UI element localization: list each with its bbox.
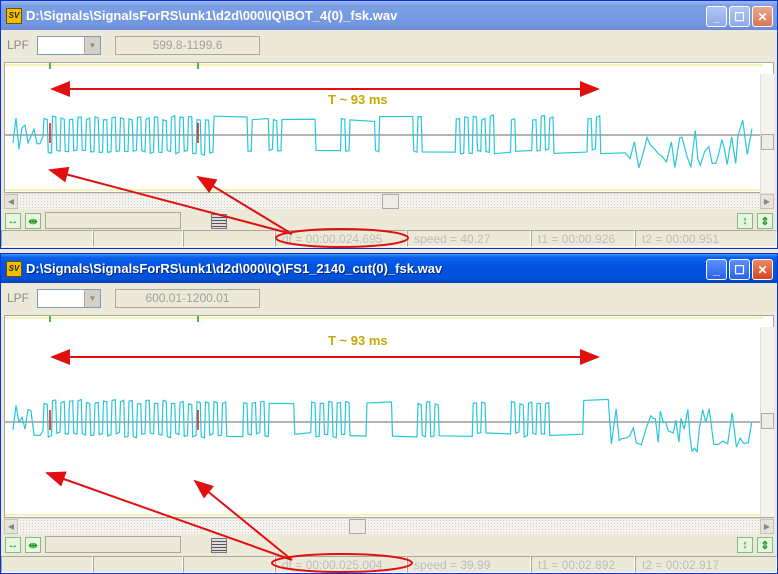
close-icon: ✕ bbox=[757, 262, 768, 277]
horizontal-scroll-thumb[interactable] bbox=[349, 519, 366, 534]
lpf-label: LPF bbox=[7, 38, 30, 52]
signal-trace bbox=[12, 114, 753, 168]
chevron-down-icon[interactable]: ▼ bbox=[84, 289, 100, 307]
waveform-plot[interactable] bbox=[4, 315, 774, 518]
status-cell-empty bbox=[93, 230, 183, 247]
vertical-scroll-thumb[interactable] bbox=[761, 134, 774, 150]
status-cell-empty bbox=[93, 556, 183, 573]
shrink-horizontal-icon[interactable]: ⇹ bbox=[25, 537, 41, 553]
lpf-label: LPF bbox=[7, 291, 30, 305]
window-title: D:\Signals\SignalsForRS\unk1\d2d\000\IQ\… bbox=[26, 261, 443, 276]
status-t1: t1 = 00:00.926 bbox=[531, 230, 635, 247]
title-bar[interactable]: SV D:\Signals\SignalsForRS\unk1\d2d\000\… bbox=[1, 1, 777, 30]
minimize-icon: _ bbox=[713, 9, 720, 24]
vertical-scrollbar[interactable] bbox=[760, 327, 774, 517]
status-cell-empty bbox=[183, 230, 275, 247]
minimize-button[interactable]: _ bbox=[706, 259, 727, 280]
control-field bbox=[45, 212, 181, 229]
lpf-dropdown[interactable]: ▼ bbox=[37, 35, 101, 55]
shrink-horizontal-icon[interactable]: ⇹ bbox=[25, 213, 41, 229]
horizontal-scrollbar[interactable]: ◀ ▶ bbox=[4, 193, 774, 209]
expand-vertical-icon[interactable]: ↕ bbox=[737, 537, 753, 553]
scroll-right-arrow-icon[interactable]: ▶ bbox=[760, 194, 774, 209]
vertical-scroll-thumb[interactable] bbox=[761, 413, 774, 429]
status-cell-empty bbox=[1, 556, 93, 573]
app-logo-icon: SV bbox=[6, 260, 22, 277]
maximize-icon: ☐ bbox=[734, 262, 745, 277]
status-dt: dt = 00:00.024.695 bbox=[275, 230, 407, 247]
lines-icon[interactable] bbox=[211, 538, 227, 553]
scroll-right-arrow-icon[interactable]: ▶ bbox=[760, 519, 774, 534]
waveform-svg bbox=[5, 316, 763, 516]
title-bar[interactable]: SV D:\Signals\SignalsForRS\unk1\d2d\000\… bbox=[1, 254, 777, 283]
minimize-icon: _ bbox=[713, 262, 720, 277]
scroll-left-arrow-icon[interactable]: ◀ bbox=[4, 194, 18, 209]
lines-icon[interactable] bbox=[211, 214, 227, 229]
control-field bbox=[45, 536, 181, 553]
minimize-button[interactable]: _ bbox=[706, 6, 727, 27]
shrink-vertical-icon[interactable]: ⇕ bbox=[757, 537, 773, 553]
vertical-scrollbar[interactable] bbox=[760, 74, 774, 193]
waveform-svg bbox=[5, 63, 763, 191]
status-cell-empty bbox=[183, 556, 275, 573]
status-cell-empty bbox=[1, 230, 93, 247]
expand-horizontal-icon[interactable]: ↔ bbox=[5, 213, 21, 229]
shrink-vertical-icon[interactable]: ⇕ bbox=[757, 213, 773, 229]
lpf-dropdown[interactable]: ▼ bbox=[37, 288, 101, 308]
status-t2: t2 = 00:02.917 bbox=[635, 556, 777, 573]
maximize-button[interactable]: ☐ bbox=[729, 259, 750, 280]
maximize-button[interactable]: ☐ bbox=[729, 6, 750, 27]
status-bar: dt = 00:00.024.695 speed = 40.27 t1 = 00… bbox=[1, 230, 777, 247]
status-t2: t2 = 00:00.951 bbox=[635, 230, 777, 247]
status-bar: dt = 00:00.025.004 speed = 39.99 t1 = 00… bbox=[1, 556, 777, 573]
signal-trace bbox=[12, 398, 753, 454]
waveform-plot[interactable] bbox=[4, 62, 774, 193]
frequency-range-field: 599.8-1199.6 bbox=[115, 35, 260, 55]
status-speed: speed = 39.99 bbox=[407, 556, 531, 573]
scroll-left-arrow-icon[interactable]: ◀ bbox=[4, 519, 18, 534]
signal-window-1: SV D:\Signals\SignalsForRS\unk1\d2d\000\… bbox=[0, 0, 778, 249]
close-button[interactable]: ✕ bbox=[752, 259, 773, 280]
filter-toolbar: LPF ▼ 600.01-1200.01 bbox=[1, 283, 777, 313]
maximize-icon: ☐ bbox=[734, 9, 745, 24]
horizontal-scroll-thumb[interactable] bbox=[382, 194, 399, 209]
status-t1: t1 = 00:02.892 bbox=[531, 556, 635, 573]
status-dt: dt = 00:00.025.004 bbox=[275, 556, 407, 573]
signal-window-2: SV D:\Signals\SignalsForRS\unk1\d2d\000\… bbox=[0, 253, 778, 574]
chevron-down-icon[interactable]: ▼ bbox=[84, 36, 100, 54]
close-button[interactable]: ✕ bbox=[752, 6, 773, 27]
window-title: D:\Signals\SignalsForRS\unk1\d2d\000\IQ\… bbox=[26, 8, 398, 23]
app-logo-icon: SV bbox=[6, 7, 22, 24]
control-row: ↔ ⇹ ↕ ⇕ bbox=[1, 211, 777, 231]
expand-vertical-icon[interactable]: ↕ bbox=[737, 213, 753, 229]
frequency-range-field: 600.01-1200.01 bbox=[115, 288, 260, 308]
expand-horizontal-icon[interactable]: ↔ bbox=[5, 537, 21, 553]
control-row: ↔ ⇹ ↕ ⇕ bbox=[1, 535, 777, 555]
filter-toolbar: LPF ▼ 599.8-1199.6 bbox=[1, 30, 777, 60]
status-speed: speed = 40.27 bbox=[407, 230, 531, 247]
close-icon: ✕ bbox=[757, 9, 768, 24]
horizontal-scrollbar[interactable]: ◀ ▶ bbox=[4, 518, 774, 534]
